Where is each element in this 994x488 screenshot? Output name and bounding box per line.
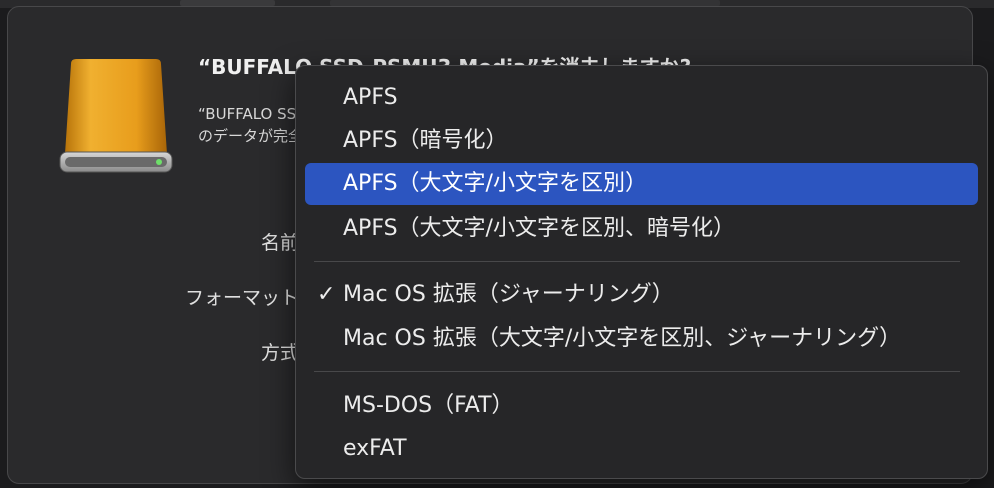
menu-separator xyxy=(314,371,960,372)
menu-item-label: APFS（大文字/小文字を区別、暗号化） xyxy=(343,216,735,241)
menu-item-apfs-case-sensitive[interactable]: APFS（大文字/小文字を区別） xyxy=(305,163,978,205)
menu-item-label: Mac OS 拡張（ジャーナリング） xyxy=(343,282,674,307)
menu-item-label: APFS（暗号化） xyxy=(343,128,508,153)
menu-item-ms-dos-fat[interactable]: MS-DOS（FAT） xyxy=(305,385,978,427)
format-label: フォーマット xyxy=(184,287,299,309)
menu-item-macos-extended-journaled[interactable]: ✓ Mac OS 拡張（ジャーナリング） xyxy=(305,274,978,316)
menu-item-label: APFS xyxy=(343,85,398,110)
menu-item-label: MS-DOS（FAT） xyxy=(343,393,514,418)
menu-item-macos-extended-case-sensitive-journaled[interactable]: Mac OS 拡張（大文字/小文字を区別、ジャーナリング） xyxy=(305,318,978,360)
external-drive-icon xyxy=(59,59,173,173)
name-label: 名前 xyxy=(260,232,299,254)
method-label: 方式 xyxy=(260,342,299,364)
format-popup-menu: APFS APFS（暗号化） APFS（大文字/小文字を区別） APFS（大文字… xyxy=(295,65,988,479)
menu-item-exfat[interactable]: exFAT xyxy=(305,428,978,470)
description-line-2: のデータが完全に消去されます。 xyxy=(198,127,308,145)
menu-item-apfs-encrypted[interactable]: APFS（暗号化） xyxy=(305,120,978,162)
dialog-description: “BUFFALO SSD-PSMU3 Media” のデータが完全に消去されます… xyxy=(198,103,308,147)
menu-separator xyxy=(314,261,960,262)
checkmark-icon: ✓ xyxy=(317,282,336,307)
menu-item-apfs-case-sensitive-encrypted[interactable]: APFS（大文字/小文字を区別、暗号化） xyxy=(305,208,978,250)
menu-item-label: APFS（大文字/小文字を区別） xyxy=(343,171,647,196)
menu-item-label: exFAT xyxy=(343,436,407,461)
menu-item-apfs[interactable]: APFS xyxy=(305,77,978,119)
description-line-1: “BUFFALO SSD-PSMU3 Media” xyxy=(198,105,308,123)
menu-item-label: Mac OS 拡張（大文字/小文字を区別、ジャーナリング） xyxy=(343,326,902,351)
